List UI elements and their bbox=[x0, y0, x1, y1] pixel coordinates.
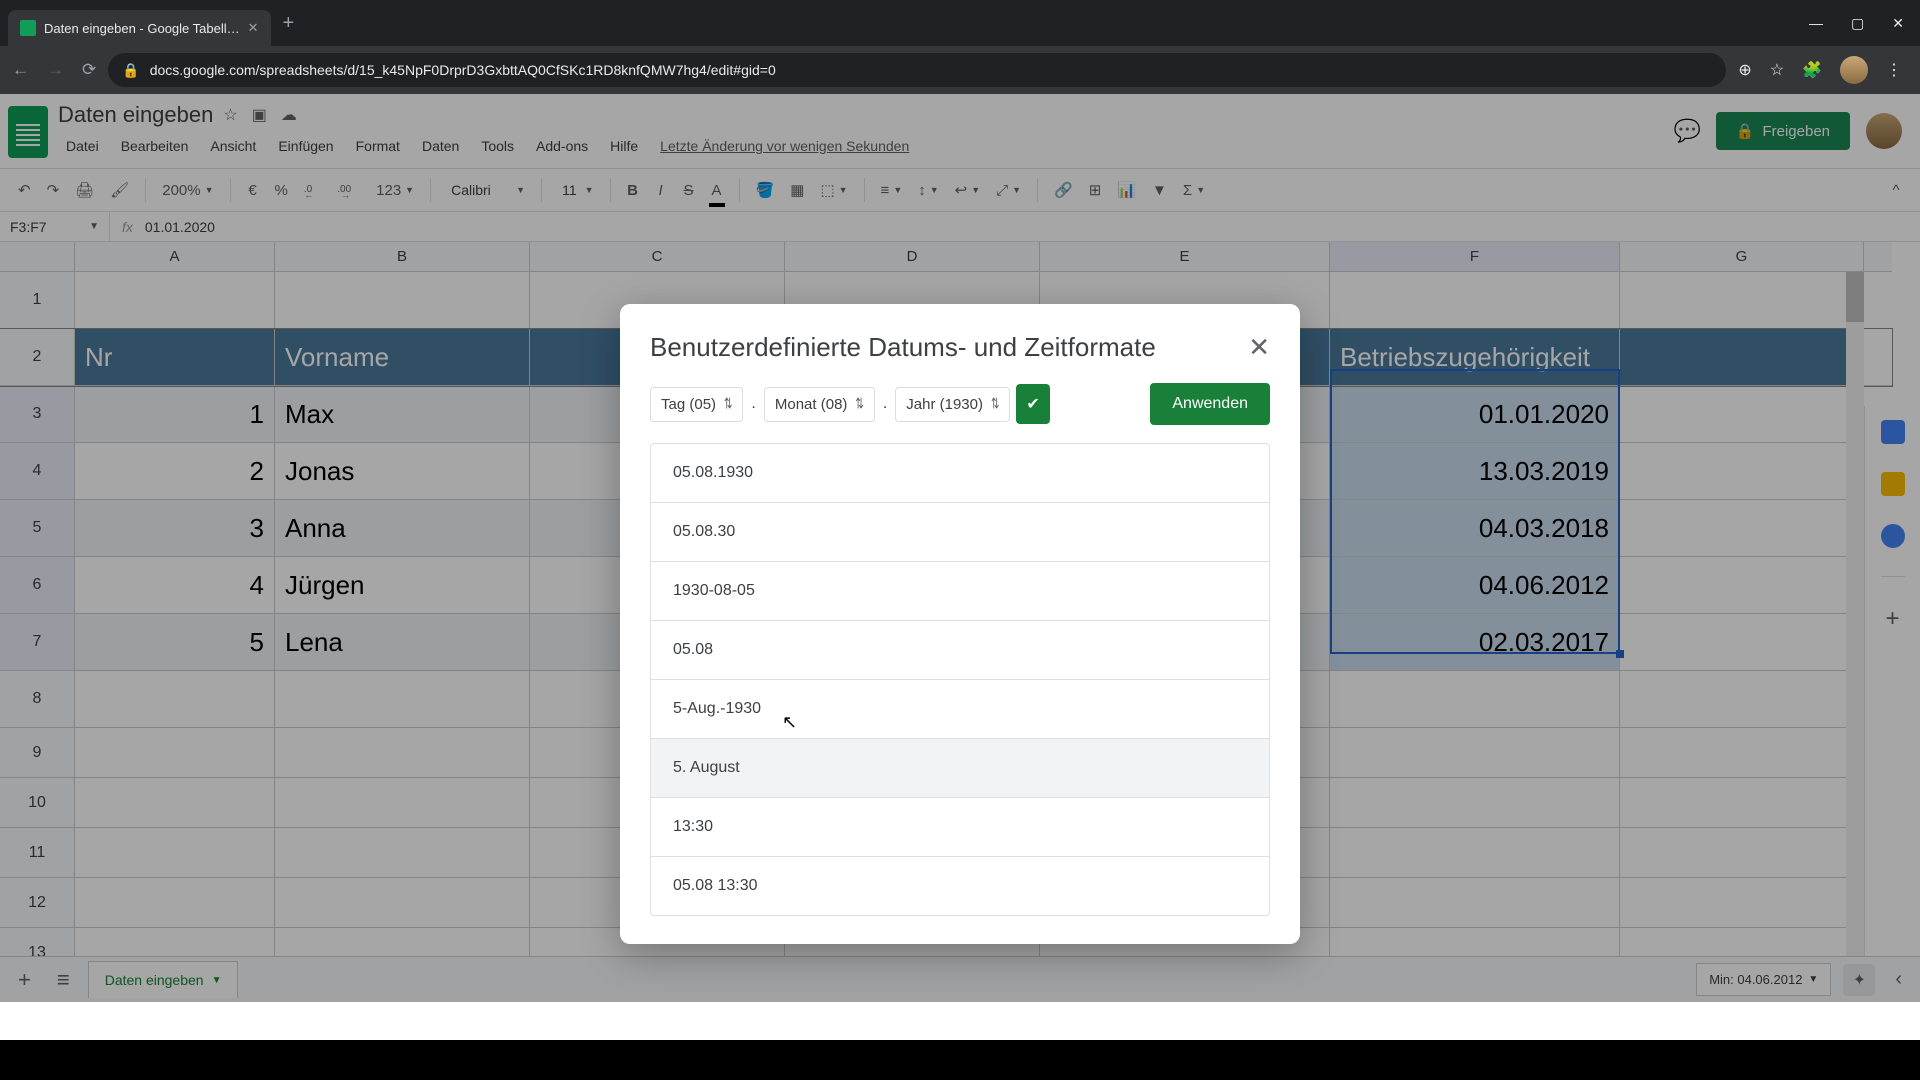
url-box[interactable]: 🔒 docs.google.com/spreadsheets/d/15_k45N… bbox=[108, 53, 1726, 87]
lock-icon: 🔒 bbox=[122, 62, 139, 79]
tab-title: Daten eingeben - Google Tabell… bbox=[44, 21, 240, 36]
extensions-icon[interactable]: 🧩 bbox=[1802, 60, 1822, 80]
reload-icon[interactable]: ⟳ bbox=[82, 60, 96, 80]
window-controls: — ▢ ✕ bbox=[1809, 15, 1912, 32]
format-option[interactable]: 5. August bbox=[651, 739, 1269, 798]
year-chip[interactable]: Jahr (1930)⇅ bbox=[895, 387, 1010, 422]
browser-tab[interactable]: Daten eingeben - Google Tabell… ✕ bbox=[8, 10, 271, 46]
format-list[interactable]: 05.08.1930 05.08.30 1930-08-05 05.08 5-A… bbox=[650, 443, 1270, 916]
maximize-icon[interactable]: ▢ bbox=[1851, 15, 1864, 32]
chevron-updown-icon: ⇅ bbox=[991, 396, 999, 413]
star-icon[interactable]: ☆ bbox=[1770, 60, 1784, 80]
format-option[interactable]: 05.08.1930 bbox=[651, 444, 1269, 503]
sheets-favicon bbox=[20, 20, 36, 36]
apply-button[interactable]: Anwenden bbox=[1150, 383, 1270, 425]
back-icon[interactable]: ← bbox=[12, 60, 29, 80]
confirm-format-icon[interactable]: ✔ bbox=[1016, 384, 1049, 424]
close-tab-icon[interactable]: ✕ bbox=[248, 20, 259, 36]
address-bar: ← → ⟳ 🔒 docs.google.com/spreadsheets/d/1… bbox=[0, 46, 1920, 94]
zoom-icon[interactable]: ⊕ bbox=[1738, 60, 1751, 80]
new-tab-button[interactable]: + bbox=[271, 12, 307, 35]
close-dialog-icon[interactable]: ✕ bbox=[1248, 332, 1270, 363]
date-format-dialog: Benutzerdefinierte Datums- und Zeitforma… bbox=[620, 304, 1300, 944]
format-option[interactable]: 05.08 13:30 bbox=[651, 857, 1269, 915]
chevron-updown-icon: ⇅ bbox=[724, 396, 732, 413]
day-chip[interactable]: Tag (05)⇅ bbox=[650, 387, 743, 422]
chevron-updown-icon: ⇅ bbox=[855, 396, 863, 413]
close-window-icon[interactable]: ✕ bbox=[1892, 15, 1904, 32]
format-option[interactable]: 05.08 bbox=[651, 621, 1269, 680]
forward-icon[interactable]: → bbox=[47, 60, 64, 80]
format-option[interactable]: 1930-08-05 bbox=[651, 562, 1269, 621]
minimize-icon[interactable]: — bbox=[1809, 15, 1823, 32]
format-option[interactable]: 13:30 bbox=[651, 798, 1269, 857]
format-option[interactable]: 05.08.30 bbox=[651, 503, 1269, 562]
format-option[interactable]: 5-Aug.-1930 bbox=[651, 680, 1269, 739]
menu-icon[interactable]: ⋮ bbox=[1886, 60, 1902, 80]
browser-tab-bar: Daten eingeben - Google Tabell… ✕ + — ▢ … bbox=[0, 0, 1920, 46]
profile-avatar[interactable] bbox=[1840, 56, 1868, 84]
url-text: docs.google.com/spreadsheets/d/15_k45NpF… bbox=[150, 62, 776, 78]
month-chip[interactable]: Monat (08)⇅ bbox=[764, 387, 875, 422]
dialog-title: Benutzerdefinierte Datums- und Zeitforma… bbox=[650, 332, 1156, 363]
